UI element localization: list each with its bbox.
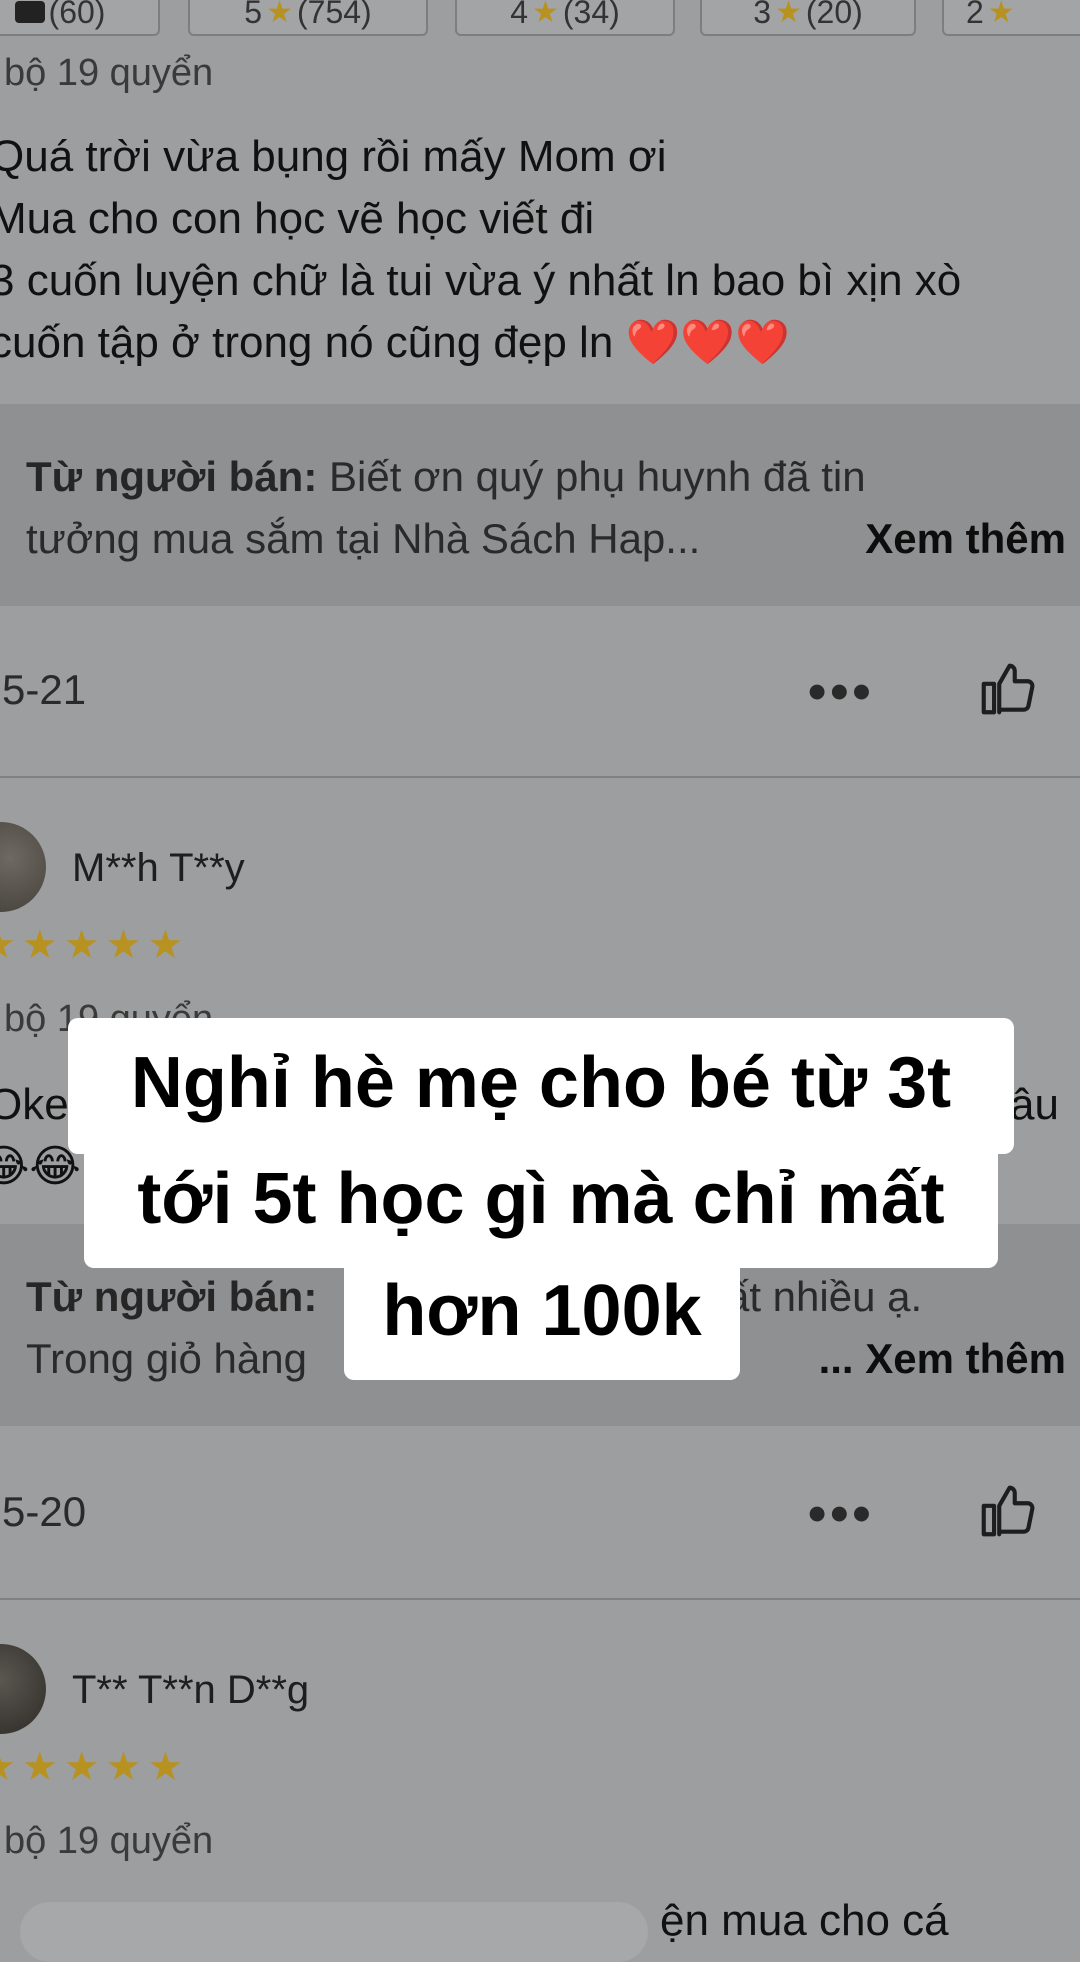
review-text-start: ện mua cho cá <box>660 1896 949 1945</box>
avatar[interactable] <box>0 1644 46 1734</box>
seller-reply: Từ người bán: Biết ơn quý phụ huynh đã t… <box>0 404 1080 606</box>
filter-chip-count: (34) <box>562 0 620 30</box>
more-options-icon[interactable]: ••• <box>808 666 875 718</box>
star-icon: ★ <box>774 0 802 29</box>
seller-reply-line: tưởng mua sắm tại Nhà Sách Hap... <box>26 508 700 570</box>
caption-line: hơn 100k <box>382 1271 702 1351</box>
star-icon: ★ <box>266 0 293 29</box>
star-rating: ★★★★★ <box>0 1745 190 1789</box>
filter-chip-2-star[interactable]: 2 ★ <box>942 0 1080 36</box>
seller-reply-line: Từ người bán: Biết ơn quý phụ huynh đã t… <box>26 446 866 508</box>
review-date: 5-20 <box>2 1488 87 1535</box>
review-variant: bộ 19 quyển <box>4 1820 214 1862</box>
seller-reply-text: Trong giỏ hàng <box>26 1335 307 1382</box>
review-line: 3 cuốn luyện chữ là tui vừa ý nhất ln ba… <box>0 256 962 305</box>
star-icon: ★ <box>531 0 559 29</box>
divider <box>0 776 1080 778</box>
seller-reply-line: Từ người bán: <box>26 1266 317 1328</box>
seller-reply-text: Biết ơn quý phụ huynh đã tin <box>317 453 866 500</box>
seller-reply-text: rất nhiều ạ. <box>712 1273 923 1320</box>
star-icon: ★ <box>987 0 1015 29</box>
review-date: 5-21 <box>2 666 87 713</box>
filter-chip-rating: 4 <box>510 0 528 30</box>
seller-label: Từ người bán: <box>26 1273 318 1320</box>
filter-chip-rating: 2 <box>966 0 984 30</box>
review-line: cuốn tập ở trong nó cũng đẹp ln ❤️❤️❤️ <box>0 312 961 374</box>
thumbs-up-icon[interactable] <box>976 658 1038 720</box>
hearts-emoji: ❤️❤️❤️ <box>625 318 790 367</box>
filter-chip-3-star[interactable]: 3 ★ (20) <box>700 0 916 36</box>
review-line: Quá trời vừa bụng rồi mấy Mom ơi <box>0 132 667 181</box>
reviewer-name: T** T**n D**g <box>72 1668 310 1712</box>
review-variant: bộ 19 quyển <box>4 52 214 94</box>
filter-chip-with-photo[interactable]: (60) <box>0 0 160 36</box>
seller-label: Từ người bán: <box>26 453 318 500</box>
thumbs-up-icon[interactable] <box>976 1480 1038 1542</box>
filter-chip-count: (754) <box>297 0 372 30</box>
filter-chip-rating: 3 <box>753 0 771 30</box>
review-line-text: cuốn tập ở trong nó cũng đẹp ln <box>0 318 626 367</box>
see-more-link[interactable]: ... Xem thêm <box>819 1328 1066 1390</box>
review-text-end: âu <box>1010 1080 1059 1129</box>
see-more-link[interactable]: Xem thêm <box>865 508 1066 570</box>
filter-chip-4-star[interactable]: 4 ★ (34) <box>455 0 675 36</box>
divider <box>0 1598 1080 1600</box>
caption-line: Nghỉ hè mẹ cho bé từ 3t <box>130 1043 952 1123</box>
filter-chip-5-star[interactable]: 5 ★ (754) <box>188 0 428 36</box>
caption-line: tới 5t học gì mà chỉ mất <box>137 1159 945 1239</box>
media-chip[interactable] <box>20 1902 648 1962</box>
camera-icon <box>14 1 45 23</box>
filter-chip-count: (20) <box>805 0 863 30</box>
seller-reply-text: tưởng mua sắm tại Nhà Sách Hap... <box>26 515 701 562</box>
filter-chip-rating: 5 <box>244 0 263 30</box>
filter-chip-count: (60) <box>48 0 106 30</box>
avatar[interactable] <box>0 822 46 912</box>
review-text: Quá trời vừa bụng rồi mấy Mom ơi Mua cho… <box>0 126 961 374</box>
reviewer-name: M**h T**y <box>72 846 245 890</box>
more-options-icon[interactable]: ••• <box>808 1488 875 1540</box>
star-rating: ★★★★★ <box>0 923 190 967</box>
review-line: Mua cho con học vẽ học viết đi <box>0 194 595 243</box>
